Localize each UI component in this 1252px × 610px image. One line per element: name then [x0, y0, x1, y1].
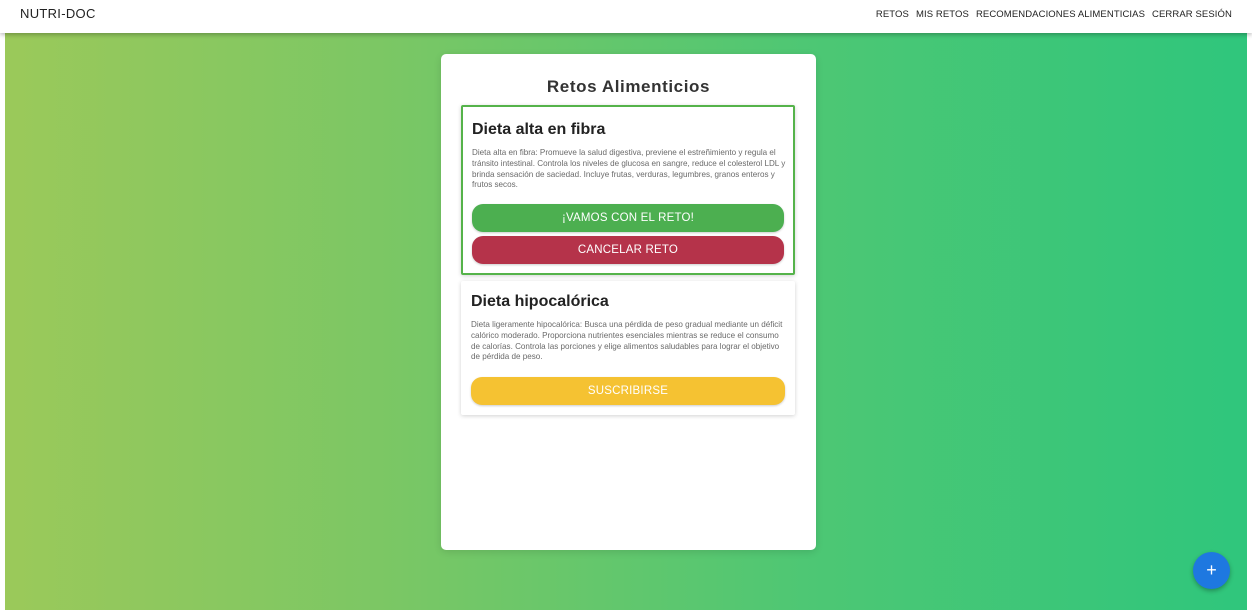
challenge-title: Dieta hipocalórica	[471, 293, 609, 310]
nav-mis-retos[interactable]: MIS RETOS	[916, 9, 969, 20]
nav-retos[interactable]: RETOS	[876, 9, 909, 20]
page-title: Retos Alimenticios	[546, 77, 711, 96]
app-brand[interactable]: NUTRI-DOC	[20, 6, 96, 21]
challenge-card-hipocalorica[interactable]: Dieta hipocalórica Dieta ligeramente hip…	[461, 281, 795, 415]
subscribe-button[interactable]: SUSCRIBIRSE	[471, 377, 785, 405]
nav-cerrar-sesion[interactable]: CERRAR SESIÓN	[1152, 9, 1232, 20]
main-nav: RETOS MIS RETOS RECOMENDACIONES ALIMENTI…	[876, 9, 1232, 20]
nav-recomendaciones[interactable]: RECOMENDACIONES ALIMENTICIAS	[976, 9, 1145, 20]
challenge-description: Dieta ligeramente hipocalórica: Busca un…	[471, 320, 783, 362]
challenges-panel: Retos Alimenticios Dieta alta en fibra D…	[441, 54, 816, 550]
challenge-description: Dieta alta en fibra: Promueve la salud d…	[472, 148, 786, 190]
top-app-bar: NUTRI-DOC RETOS MIS RETOS RECOMENDACIONE…	[0, 0, 1252, 33]
plus-icon: +	[1206, 560, 1217, 580]
challenge-title: Dieta alta en fibra	[472, 121, 606, 138]
challenge-card-fibra[interactable]: Dieta alta en fibra Dieta alta en fibra:…	[461, 105, 795, 275]
cancel-challenge-button[interactable]: CANCELAR RETO	[472, 236, 784, 264]
accept-challenge-button[interactable]: ¡VAMOS CON EL RETO!	[472, 204, 784, 232]
add-button[interactable]: +	[1193, 552, 1230, 589]
